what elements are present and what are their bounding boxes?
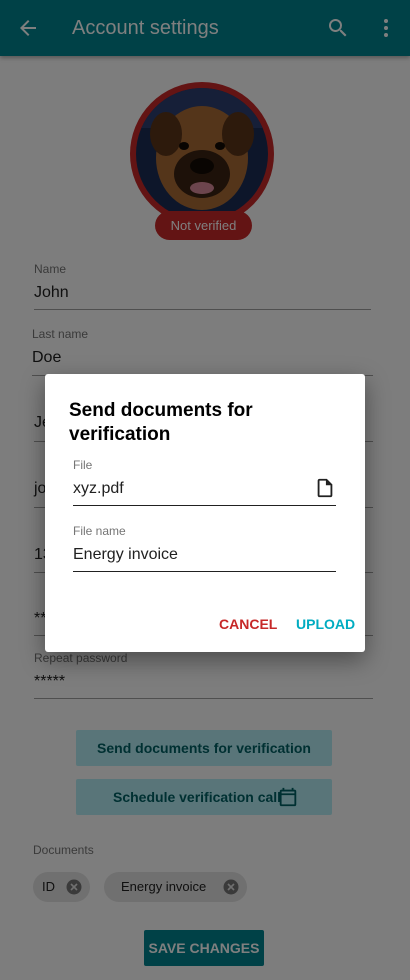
upload-button[interactable]: UPLOAD (296, 616, 355, 632)
cancel-button[interactable]: CANCEL (219, 616, 277, 632)
file-icon[interactable] (314, 476, 336, 500)
file-value: xyz.pdf (73, 480, 124, 497)
filename-underline (73, 571, 336, 572)
file-label: File (73, 458, 93, 472)
dialog-actions: CANCEL UPLOAD (45, 616, 365, 636)
filename-value: Energy invoice (73, 546, 178, 563)
send-documents-dialog: Send documents for verification File xyz… (45, 374, 365, 652)
filename-label: File name (73, 524, 126, 538)
file-field[interactable]: File xyz.pdf (73, 458, 336, 508)
filename-field[interactable]: File name Energy invoice (73, 524, 336, 574)
dialog-title: Send documents for verification (69, 400, 253, 445)
file-underline (73, 505, 336, 506)
